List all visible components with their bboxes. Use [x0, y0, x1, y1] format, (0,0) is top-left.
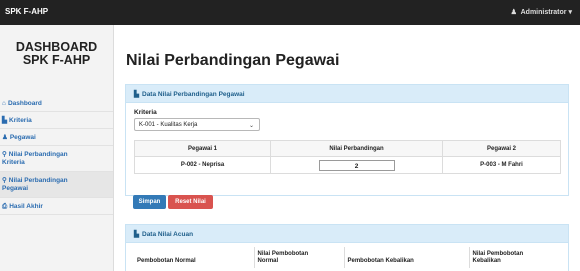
brand-link[interactable]: SPK F-AHP — [5, 7, 48, 16]
table-header-row: Pembobotan Normal Nilai Pembobotan Norma… — [134, 247, 561, 268]
page-title: Nilai Perbandingan Pegawai — [126, 52, 340, 69]
column-header: Pembobotan Normal — [137, 258, 196, 264]
nilai-perbandingan-card: ▙ Data Nilai Perbandingan Pegawai Kriteri… — [125, 84, 569, 196]
user-menu[interactable]: ♟ Administrator ▾ — [511, 8, 572, 16]
sidebar-item-nilai-perbandingan-pegawai[interactable]: ⚲ Nilai Perbandingan Pegawai — [0, 172, 113, 198]
home-icon: ⌂ — [2, 100, 6, 107]
action-buttons: Simpan Reset Nilai — [133, 195, 213, 213]
save-button[interactable]: Simpan — [133, 195, 166, 209]
nilai-cell: 2 — [270, 156, 443, 174]
top-navbar: SPK F-AHP ♟ Administrator ▾ — [0, 0, 580, 25]
sidebar-item-pegawai[interactable]: ♟ Pegawai — [0, 129, 113, 146]
search-icon: ⚲ — [2, 151, 7, 158]
user-name: Administrator — [520, 9, 567, 16]
sidebar-nav: ⌂ Dashboard ▙ Kriteria ♟ Pegawai ⚲ Nilai Per… — [0, 95, 113, 215]
nilai-perbandingan-input[interactable]: 2 — [318, 159, 395, 171]
acuan-table: Pembobotan Normal Nilai Pembobotan Norma… — [134, 247, 561, 268]
column-header: Pegawai 2 — [442, 140, 561, 157]
user-icon: ♟ — [510, 9, 517, 16]
pegawai-2-cell: P-003 - M Fahri — [442, 156, 561, 174]
column-header: Pembobotan Kebalikan — [343, 247, 469, 268]
nilai-acuan-card: ▙ Data Nilai Acuan Pembobotan Normal Nila… — [125, 224, 569, 271]
search-icon: ⚲ — [2, 177, 7, 184]
column-header: Nilai Perbandingan — [270, 140, 443, 157]
user-icon: ♟ — [2, 134, 8, 141]
card-header: ▙ Data Nilai Perbandingan Pegawai — [126, 85, 568, 103]
main-content: Nilai Perbandingan Pegawai ▙ Data Nilai P… — [114, 25, 580, 271]
comparison-table: Pegawai 1 Nilai Perbandingan Pegawai 2 P… — [134, 140, 561, 174]
table-row: P-002 - Neprisa 2 P-003 - M Fahri — [134, 156, 561, 174]
sidebar-item-dashboard[interactable]: ⌂ Dashboard — [0, 95, 113, 112]
sidebar-item-nilai-perbandingan-kriteria[interactable]: ⚲ Nilai Perbandingan Kriteria — [0, 146, 113, 172]
file-icon: ▙ — [2, 117, 7, 124]
card-header: ▙ Data Nilai Acuan — [126, 225, 568, 243]
column-header: Nilai Pembobotan Kebalikan — [468, 247, 561, 268]
column-header: Pegawai 1 — [134, 140, 271, 157]
sidebar-item-kriteria[interactable]: ▙ Kriteria — [0, 112, 113, 129]
chevron-down-icon: ▾ — [568, 9, 572, 16]
kriteria-select[interactable]: K-001 - Kualitas Kerja ⌄ — [134, 118, 260, 131]
sidebar-title: DASHBOARD SPK F-AHP — [15, 40, 98, 67]
chevron-down-icon: ⌄ — [248, 123, 254, 129]
pegawai-1-cell: P-002 - Neprisa — [134, 156, 271, 174]
sidebar-item-hasil-akhir[interactable]: ⎙ Hasil Akhir — [0, 198, 113, 215]
file-icon: ▙ — [134, 231, 139, 238]
sidebar: DASHBOARD SPK F-AHP ⌂ Dashboard ▙ Kriteria… — [0, 25, 114, 271]
reset-button[interactable]: Reset Nilai — [168, 195, 213, 209]
print-icon: ⎙ — [2, 203, 8, 210]
column-header: Nilai Pembobotan Normal — [253, 247, 344, 268]
kriteria-label: Kriteria — [134, 109, 157, 116]
table-header-row: Pegawai 1 Nilai Perbandingan Pegawai 2 — [134, 140, 561, 157]
file-icon: ▙ — [134, 91, 139, 98]
